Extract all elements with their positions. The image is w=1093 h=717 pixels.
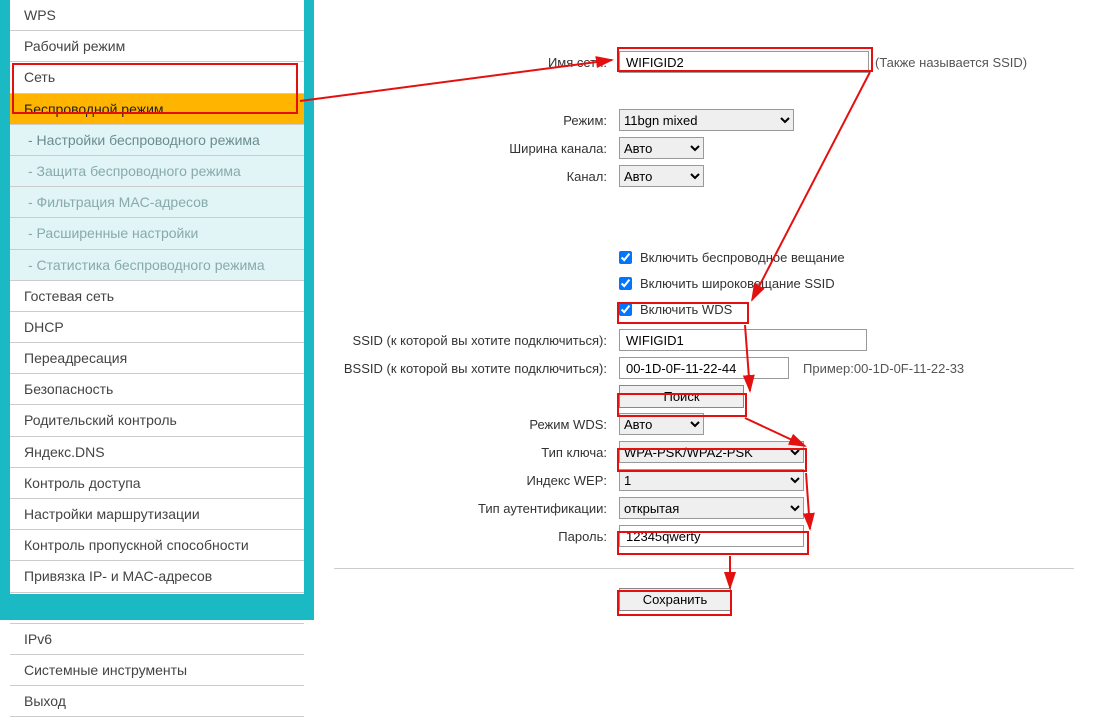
- sidebar-item-wireless[interactable]: Беспроводной режим: [10, 94, 304, 125]
- bssid-example: Пример:00-1D-0F-11-22-33: [789, 361, 964, 376]
- sidebar-item-parental-control[interactable]: Родительский контроль: [10, 405, 304, 436]
- sidebar-item-ip-mac-binding[interactable]: Привязка IP- и MAC-адресов: [10, 561, 304, 592]
- sidebar-item-forwarding[interactable]: Переадресация: [10, 343, 304, 374]
- mode-label: Режим:: [334, 113, 619, 128]
- channel-width-label: Ширина канала:: [334, 141, 619, 156]
- key-type-select[interactable]: WPA-PSK/WPA2-PSK: [619, 441, 804, 463]
- sidebar-item-system-tools[interactable]: Системные инструменты: [10, 655, 304, 686]
- sidebar-item-routing[interactable]: Настройки маршрутизации: [10, 499, 304, 530]
- sidebar-item-wireless-settings[interactable]: - Настройки беспроводного режима: [10, 125, 304, 156]
- bssid-connect-input[interactable]: [619, 357, 789, 379]
- bssid-connect-label: BSSID (к которой вы хотите подключиться)…: [334, 361, 619, 376]
- sidebar-item-bandwidth-control[interactable]: Контроль пропускной способности: [10, 530, 304, 561]
- ssid-broadcast-label: Включить широковещание SSID: [632, 276, 835, 291]
- sidebar-item-advanced[interactable]: - Расширенные настройки: [10, 218, 304, 249]
- password-input[interactable]: [619, 525, 804, 547]
- channel-width-select[interactable]: Авто: [619, 137, 704, 159]
- password-label: Пароль:: [334, 529, 619, 544]
- ssid-note: (Также называется SSID): [869, 55, 1027, 70]
- search-button[interactable]: Поиск: [619, 385, 744, 408]
- network-name-input[interactable]: [619, 51, 869, 73]
- wep-index-select[interactable]: 1: [619, 469, 804, 491]
- network-name-label: Имя сети:: [334, 55, 619, 70]
- wep-index-label: Индекс WEP:: [334, 473, 619, 488]
- sidebar-item-operation-mode[interactable]: Рабочий режим: [10, 31, 304, 62]
- enable-wds-label: Включить WDS: [632, 302, 732, 317]
- key-type-label: Тип ключа:: [334, 445, 619, 460]
- auth-type-select[interactable]: открытая: [619, 497, 804, 519]
- wds-mode-select[interactable]: Авто: [619, 413, 704, 435]
- sidebar-item-ipv6[interactable]: IPv6: [10, 624, 304, 655]
- sidebar-item-guest-network[interactable]: Гостевая сеть: [10, 281, 304, 312]
- wireless-broadcast-checkbox[interactable]: [619, 251, 632, 264]
- sidebar-item-yandex-dns[interactable]: Яндекс.DNS: [10, 437, 304, 468]
- sidebar-item-security[interactable]: Безопасность: [10, 374, 304, 405]
- sidebar-item-mac-filter[interactable]: - Фильтрация MAC-адресов: [10, 187, 304, 218]
- auth-type-label: Тип аутентификации:: [334, 501, 619, 516]
- ssid-connect-input[interactable]: [619, 329, 867, 351]
- sidebar-item-dhcp[interactable]: DHCP: [10, 312, 304, 343]
- content-panel: Имя сети: (Также называется SSID) Режим:…: [314, 0, 1093, 620]
- wireless-broadcast-label: Включить беспроводное вещание: [632, 250, 845, 265]
- ssid-connect-label: SSID (к которой вы хотите подключиться):: [334, 333, 619, 348]
- sidebar-item-logout[interactable]: Выход: [10, 686, 304, 717]
- enable-wds-checkbox[interactable]: [619, 303, 632, 316]
- ssid-broadcast-checkbox[interactable]: [619, 277, 632, 290]
- sidebar-item-network[interactable]: Сеть: [10, 62, 304, 93]
- save-button[interactable]: Сохранить: [619, 588, 731, 611]
- sidebar-item-access-control[interactable]: Контроль доступа: [10, 468, 304, 499]
- sidebar-item-wps[interactable]: WPS: [10, 0, 304, 31]
- channel-label: Канал:: [334, 169, 619, 184]
- sidebar-item-wireless-stats[interactable]: - Статистика беспроводного режима: [10, 250, 304, 281]
- sidebar-item-wireless-security[interactable]: - Защита беспроводного режима: [10, 156, 304, 187]
- wds-mode-label: Режим WDS:: [334, 417, 619, 432]
- mode-select[interactable]: 11bgn mixed: [619, 109, 794, 131]
- channel-select[interactable]: Авто: [619, 165, 704, 187]
